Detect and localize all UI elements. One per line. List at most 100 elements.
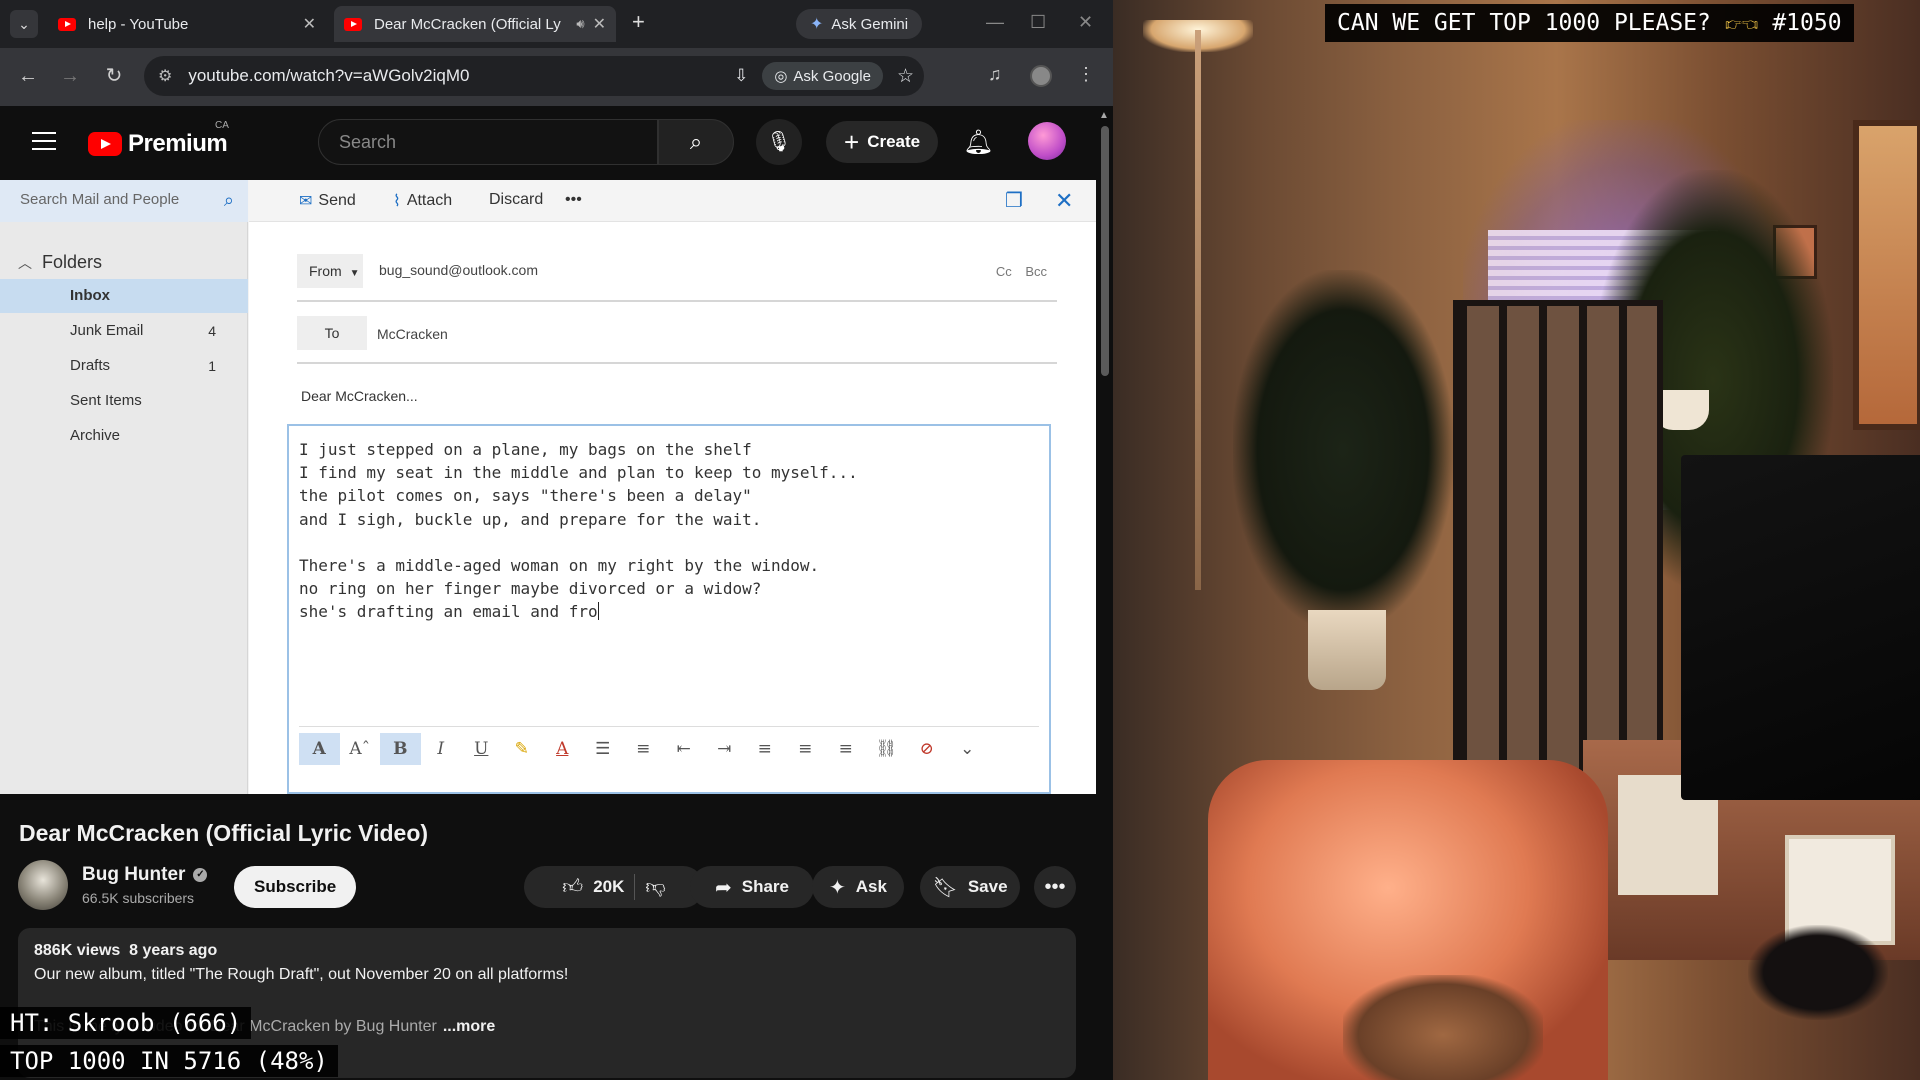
microphone-icon[interactable]: 🎙︎ bbox=[756, 119, 802, 165]
reload-button[interactable]: ↻ bbox=[100, 62, 128, 90]
highlight-icon: ✎ bbox=[514, 739, 529, 759]
menu-icon[interactable] bbox=[32, 132, 56, 156]
video-title: Dear McCracken (Official Lyric Video) bbox=[19, 820, 429, 846]
subscriber-count: 66.5K subscribers bbox=[82, 890, 195, 906]
subscribe-button[interactable]: Subscribe bbox=[234, 866, 357, 908]
share-label: Share bbox=[741, 877, 789, 896]
mail-search-placeholder: Search Mail and People bbox=[20, 191, 180, 208]
channel-name[interactable]: Bug Hunter bbox=[82, 864, 185, 886]
close-icon[interactable]: ✕ bbox=[593, 14, 606, 34]
channel-name-row[interactable]: Bug Hunter ✓ bbox=[82, 864, 208, 886]
install-app-icon[interactable]: ⇩ bbox=[734, 66, 748, 86]
cat bbox=[1343, 975, 1543, 1080]
italic-icon: I bbox=[437, 739, 445, 759]
site-settings-icon[interactable]: ⚙ bbox=[158, 66, 172, 86]
from-address: bug_sound@outlook.com bbox=[379, 262, 538, 278]
address-bar[interactable]: ⚙ youtube.com/watch?v=aWGolv2iqM0 ⇩ ◎ As… bbox=[144, 56, 924, 96]
scrollbar-thumb[interactable] bbox=[1101, 126, 1109, 376]
message-body-text: I just stepped on a plane, my bags on th… bbox=[299, 438, 858, 624]
back-button[interactable]: ← bbox=[14, 62, 42, 90]
align-right-icon: ≡ bbox=[838, 739, 853, 759]
forward-button[interactable]: → bbox=[56, 62, 84, 90]
font-style-icon: A bbox=[299, 733, 340, 765]
floor-lamp-pole bbox=[1195, 30, 1201, 590]
potted-plant bbox=[1233, 270, 1453, 630]
youtube-logo-icon bbox=[88, 132, 122, 156]
youtube-search-input[interactable]: Search bbox=[318, 119, 658, 165]
show-more-link[interactable]: ...more bbox=[443, 1018, 495, 1036]
share-icon: ➦ bbox=[714, 876, 732, 899]
youtube-header: Premium CA Search ⌕ 🎙︎ + Create 🔔︎ bbox=[0, 106, 1113, 180]
search-icon: ⌕ bbox=[223, 190, 234, 210]
font-size-icon: Aˆ bbox=[349, 739, 371, 759]
speaker-icon[interactable]: 🔊︎ bbox=[576, 16, 584, 32]
minimize-button[interactable]: — bbox=[986, 12, 1004, 33]
search-icon[interactable]: ⌕ bbox=[658, 119, 734, 165]
compose-command-bar: ✉ Send ⌇ Attach Discard ••• ❐ ✕ bbox=[249, 180, 1096, 222]
like-count[interactable]: 20K bbox=[593, 877, 624, 897]
more-actions-button[interactable]: ••• bbox=[1034, 866, 1076, 908]
new-tab-button[interactable]: + bbox=[632, 11, 645, 33]
country-code: CA bbox=[215, 120, 229, 131]
more-commands: ••• bbox=[565, 191, 582, 209]
folder-name: Inbox bbox=[70, 287, 110, 304]
ask-google-button[interactable]: ◎ Ask Google bbox=[762, 62, 883, 90]
stream-goal-banner: CAN WE GET TOP 1000 PLEASE? 👉︎👈︎ #1050 bbox=[1325, 4, 1854, 42]
media-controls-icon[interactable]: ♫ bbox=[988, 64, 1002, 85]
page-scrollbar[interactable]: ▲ bbox=[1096, 106, 1113, 1080]
to-row: To McCracken bbox=[297, 312, 1057, 364]
from-label: From bbox=[309, 263, 342, 279]
save-button[interactable]: 🔖︎ Save bbox=[920, 866, 1020, 908]
folder-count: 4 bbox=[208, 323, 216, 339]
popout-icon: ❐ bbox=[1005, 190, 1023, 212]
profile-avatar[interactable] bbox=[1030, 65, 1052, 87]
channel-avatar[interactable] bbox=[18, 860, 68, 910]
ask-button[interactable]: ✦ Ask bbox=[812, 866, 904, 908]
account-avatar[interactable] bbox=[1028, 122, 1066, 160]
ask-label: Ask bbox=[855, 877, 887, 896]
room-divider-screen bbox=[1453, 300, 1663, 780]
send-command: ✉ Send bbox=[299, 191, 356, 211]
tab-help-youtube[interactable]: help - YouTube ✕ bbox=[48, 6, 326, 42]
send-icon: ✉ bbox=[299, 193, 313, 210]
folders-header: ︿ Folders bbox=[18, 252, 102, 273]
video-player[interactable]: Search Mail and People ⌕ ︿ Folders Inbox… bbox=[0, 180, 1096, 794]
gemini-icon: ✦ bbox=[810, 16, 824, 33]
webcam-feed bbox=[1113, 0, 1920, 1080]
thumbs-up-icon[interactable]: 👍︎ bbox=[562, 875, 583, 899]
bookmark-star-icon[interactable]: ☆ bbox=[897, 65, 914, 88]
window-close-button[interactable]: ✕ bbox=[1078, 12, 1093, 33]
to-recipient: McCracken bbox=[377, 326, 448, 342]
tab-search-button[interactable]: ⌄ bbox=[10, 10, 38, 38]
browser-menu-icon[interactable]: ⋮ bbox=[1077, 64, 1095, 85]
maximize-button[interactable]: ☐ bbox=[1030, 12, 1046, 33]
attach-label: Attach bbox=[406, 192, 453, 209]
thumbs-down-icon[interactable]: 👎︎ bbox=[645, 875, 665, 899]
folder-drafts: Drafts 1 bbox=[0, 349, 248, 383]
folder-name: Junk Email bbox=[70, 322, 144, 339]
browser-window: ⌄ help - YouTube ✕ Dear McCracken (Offic… bbox=[0, 0, 1113, 1080]
ask-gemini-button[interactable]: ✦ Ask Gemini bbox=[796, 9, 923, 39]
description-text: Our new album, titled "The Rough Draft",… bbox=[34, 966, 569, 983]
dark-cushion bbox=[1748, 925, 1888, 1020]
bullets-icon: ☰ bbox=[595, 739, 611, 759]
discard-command: Discard bbox=[489, 191, 543, 209]
attach-command: ⌇ Attach bbox=[393, 191, 452, 211]
folder-name: Sent Items bbox=[70, 392, 142, 409]
create-button[interactable]: + Create bbox=[826, 121, 939, 163]
notifications-bell-icon[interactable]: 🔔︎ bbox=[963, 128, 993, 157]
to-label: To bbox=[297, 316, 367, 350]
chevron-up-icon: ︿ bbox=[18, 254, 32, 271]
youtube-logo[interactable]: Premium bbox=[88, 130, 228, 158]
tab-dear-mccracken[interactable]: Dear McCracken (Official Ly 🔊︎ ✕ bbox=[334, 6, 616, 42]
folder-sent-items: Sent Items bbox=[0, 384, 248, 418]
align-left-icon: ≡ bbox=[757, 739, 772, 759]
plant-pot bbox=[1308, 610, 1386, 690]
text-caret bbox=[597, 602, 599, 621]
sparkle-icon: ✦ bbox=[829, 876, 846, 899]
close-icon[interactable]: ✕ bbox=[303, 14, 316, 34]
share-button[interactable]: ➦ Share bbox=[690, 866, 814, 908]
scroll-up-icon[interactable]: ▲ bbox=[1099, 110, 1109, 121]
plus-icon: + bbox=[844, 126, 860, 157]
like-divider bbox=[634, 874, 636, 900]
